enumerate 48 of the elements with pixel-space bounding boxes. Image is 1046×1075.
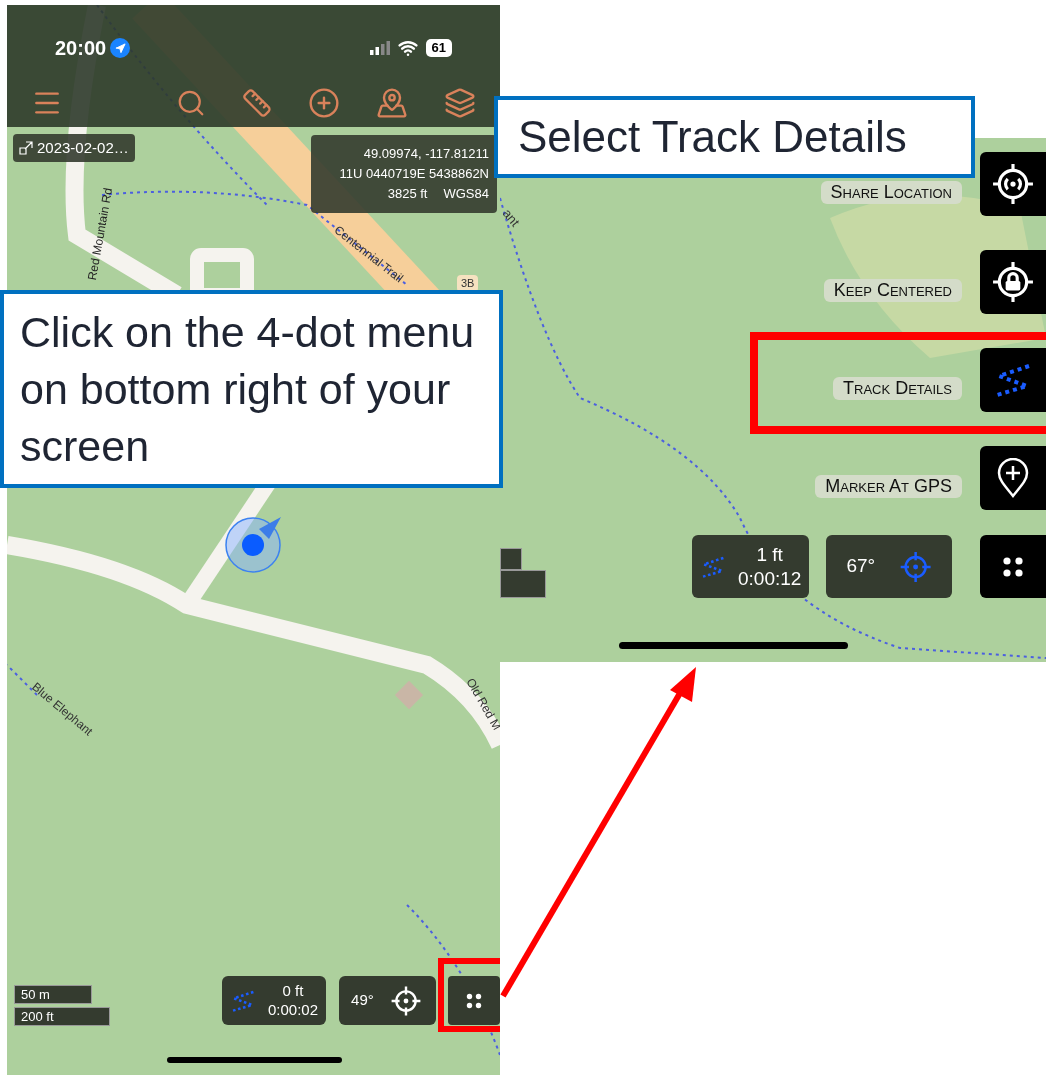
add-button[interactable] (308, 87, 340, 119)
broadcast-crosshair-icon (992, 163, 1034, 205)
position-marker-drawing (225, 515, 283, 573)
lat-long-text: 49.09974, -117.81211 (363, 145, 489, 163)
wifi-icon (397, 38, 418, 58)
menu-item-label[interactable]: Share Location (820, 180, 962, 204)
battery-indicator: 61 (425, 39, 452, 57)
ruler-button[interactable] (242, 88, 272, 118)
four-dots-icon (1001, 554, 1025, 579)
crosshair-icon (389, 984, 422, 1017)
track-time: 0:00:12 (738, 566, 802, 591)
heading-button[interactable]: 67° (826, 535, 953, 598)
road-number-label: 3B (457, 275, 479, 292)
heading-text: 67° (846, 554, 876, 579)
scale-bar: 50 m (14, 985, 92, 1004)
track-time: 0:00:02 (268, 1000, 319, 1020)
lock-crosshair-icon (992, 261, 1034, 303)
track-name: 2023-02-02… (37, 137, 129, 158)
expand-icon (19, 141, 33, 155)
datum-text: WGS84 (443, 185, 489, 203)
more-menu-button[interactable] (980, 535, 1046, 598)
layers-button[interactable] (444, 87, 476, 119)
track-name-chip[interactable]: 2023-02-02… (13, 134, 135, 162)
more-menu-button[interactable] (448, 976, 500, 1025)
map-pin-button[interactable] (376, 87, 408, 119)
elevation-text: 3825 ft (387, 185, 428, 203)
map-road-label: Red Mountain Rd (84, 185, 116, 284)
signal-icon (369, 41, 390, 55)
menu-item-label[interactable]: Track Details (833, 376, 962, 400)
callout-text: Click on the 4-dot menu on bottom right of your screen (20, 306, 476, 472)
menu-item-label[interactable]: Marker At GPS (815, 474, 962, 498)
track-stats-button[interactable]: 0 ft 0:00:02 (222, 976, 327, 1025)
menu-item-label[interactable]: Keep Centered (823, 278, 962, 302)
callout-text: Select Track Details (518, 115, 907, 159)
track-distance: 0 ft (282, 981, 304, 1001)
utm-text: 11U 0440719E 5438862N (339, 165, 489, 183)
heading-text: 49° (351, 990, 374, 1011)
menu-item-button[interactable] (980, 446, 1046, 510)
menu-item-button[interactable] (980, 152, 1046, 216)
track-stats-button[interactable]: 1 ft 0:00:12 (692, 535, 810, 598)
map-trail-label: ant (500, 204, 524, 231)
scale-bar: 200 ft (14, 1007, 110, 1026)
four-dots-icon (465, 991, 484, 1010)
search-button[interactable] (176, 88, 206, 118)
status-time: 20:00 (55, 36, 107, 61)
heading-button[interactable]: 49° (339, 976, 437, 1025)
track-distance: 1 ft (756, 542, 783, 567)
menu-item-button[interactable] (980, 250, 1046, 314)
